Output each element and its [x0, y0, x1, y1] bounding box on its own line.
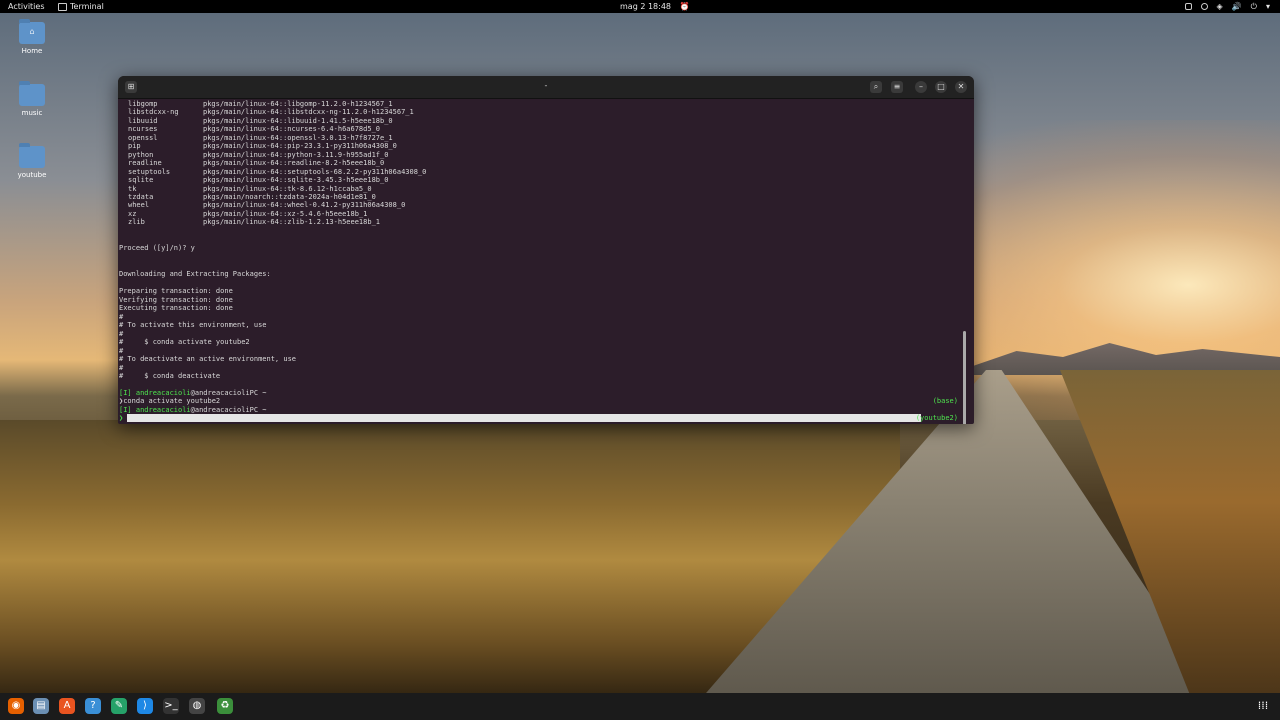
executing-line: Executing transaction: done [119, 304, 233, 312]
chevron-down-icon: ▾ [1265, 2, 1270, 11]
package-name: setuptools [128, 167, 171, 176]
terminal-title: - [544, 81, 548, 90]
package-name: readline [128, 159, 162, 168]
files-icon[interactable]: ▤ [33, 698, 49, 714]
edit-icon[interactable]: ✎ [111, 698, 127, 714]
command-line: ❯conda activate youtube2 [119, 397, 221, 405]
preparing-line: Preparing transaction: done [119, 287, 233, 295]
desktop-icon-label: youtube [17, 171, 47, 179]
deactivate-cmd-line: # $ conda deactivate [119, 372, 221, 380]
env-badge-base: (base) [932, 397, 958, 405]
package-source: pkgs/main/linux-64::ncurses-6.4-h6a678d5… [203, 125, 381, 134]
package-name: tzdata [128, 192, 154, 201]
activities-button[interactable]: Activities [8, 0, 45, 13]
obs-icon[interactable]: ◍ [189, 698, 205, 714]
package-name: libstdcxx-ng [128, 108, 179, 117]
close-icon[interactable]: ✕ [955, 81, 967, 93]
package-source: pkgs/main/linux-64::libstdcxx-ng-11.2.0-… [203, 108, 414, 117]
package-name: wheel [128, 201, 150, 210]
vscode-icon[interactable]: ⟩ [137, 698, 153, 714]
package-source: pkgs/main/linux-64::readline-8.2-h5eee18… [203, 159, 385, 168]
minimize-icon[interactable]: – [915, 81, 927, 93]
desktop-icon-label: music [21, 109, 43, 117]
terminal-output[interactable]: libgomp pkgs/main/linux-64::libgomp-11.2.… [118, 99, 968, 424]
desktop-icon-label: Home [21, 47, 43, 55]
downloading-line: Downloading and Extracting Packages: [119, 270, 271, 278]
folder-icon [19, 81, 45, 106]
activate-cmd-line: # $ conda activate youtube2 [119, 338, 250, 346]
system-tray[interactable]: ◈ 🔊 ⏻ ▾ [1184, 0, 1270, 13]
proceed-line: Proceed ([y]/n)? y [119, 244, 195, 252]
package-name: zlib [128, 218, 145, 227]
terminal-icon[interactable]: >_ [163, 698, 179, 714]
package-source: pkgs/main/noarch::tzdata-2024a-h04d1e81_… [203, 192, 376, 201]
package-source: pkgs/main/linux-64::python-3.11.9-h955ad… [203, 150, 389, 159]
prompt-host: @andreacacioliPC ~ [190, 389, 267, 397]
autosuggest-bar [127, 414, 921, 422]
prompt-user: [I] andreacacioli [119, 389, 191, 397]
software-icon[interactable]: A [59, 698, 75, 714]
terminal-small-icon [58, 2, 67, 11]
package-name: libgomp [128, 100, 158, 108]
clock[interactable]: mag 2 18:48 ⏰ [620, 0, 690, 13]
package-name: xz [128, 209, 137, 218]
package-name: tk [128, 184, 137, 193]
package-name: pip [128, 142, 141, 151]
dock: ◉ ▤ A? ✎ ⟩ >_ ◍ ♻ ⁞⁞⁞ [0, 693, 1280, 720]
top-bar: Activities Terminal mag 2 18:48 ⏰ ◈ 🔊 ⏻ … [0, 0, 1280, 13]
package-source: pkgs/main/linux-64::tk-8.6.12-h1ccaba5_0 [203, 184, 372, 193]
search-icon[interactable]: ⌕ [870, 81, 882, 93]
clock-text: mag 2 18:48 [620, 2, 672, 11]
desktop-icon-music[interactable]: music [7, 81, 57, 117]
alarm-icon: ⏰ [679, 2, 690, 11]
package-name: ncurses [128, 125, 158, 134]
menu-icon[interactable]: ≡ [891, 81, 903, 93]
package-source: pkgs/main/linux-64::openssl-3.0.13-h7f87… [203, 133, 393, 142]
package-source: pkgs/main/linux-64::libuuid-1.41.5-h5eee… [203, 116, 393, 125]
package-name: sqlite [128, 176, 154, 185]
scrollbar[interactable] [963, 331, 966, 424]
prompt-host: @andreacacioliPC ~ [190, 406, 267, 414]
app-grid-icon[interactable]: ⁞⁞⁞ [1256, 699, 1270, 713]
desktop-icon-youtube[interactable]: youtube [7, 143, 57, 179]
package-source: pkgs/main/linux-64::zlib-1.2.13-h5eee18b… [203, 218, 381, 227]
app-name: Terminal [70, 2, 104, 11]
package-source: pkgs/main/linux-64::xz-5.4.6-h5eee18b_1 [203, 209, 368, 218]
package-source: pkgs/main/linux-64::pip-23.3.1-py311h06a… [203, 142, 397, 151]
volume-icon: 🔊 [1231, 2, 1242, 11]
trash-icon[interactable]: ♻ [217, 698, 233, 714]
activate-hint-line: # To activate this environment, use [119, 321, 267, 329]
help-icon[interactable]: ? [85, 698, 101, 714]
screen-icon [1184, 3, 1192, 10]
package-source: pkgs/main/linux-64::setuptools-68.2.2-py… [203, 167, 427, 176]
network-icon: ◈ [1216, 2, 1223, 11]
folder-icon [19, 143, 45, 168]
sync-icon [1200, 3, 1208, 10]
env-badge-youtube2: (youtube2) [915, 414, 958, 422]
package-source: pkgs/main/linux-64::wheel-0.41.2-py311h0… [203, 201, 406, 210]
package-name: python [128, 150, 154, 159]
package-name: openssl [128, 133, 158, 142]
package-source: pkgs/main/linux-64::libgomp-11.2.0-h1234… [203, 100, 393, 108]
prompt-user: [I] andreacacioli [119, 406, 191, 414]
home-icon: ⌂ [29, 27, 35, 36]
firefox-icon[interactable]: ◉ [8, 698, 24, 714]
package-name: libuuid [128, 116, 158, 125]
package-source: pkgs/main/linux-64::sqlite-3.45.3-h5eee1… [203, 176, 389, 185]
maximize-icon[interactable]: □ [935, 81, 947, 93]
deactivate-hint-line: # To deactivate an active environment, u… [119, 355, 297, 363]
prompt-glyph: ❯ [119, 414, 124, 422]
power-icon: ⏻ [1250, 2, 1257, 11]
folder-icon: ⌂ [19, 19, 45, 44]
terminal-header[interactable]: ⊞ - ⌕ ≡ – □ ✕ [118, 76, 974, 99]
desktop-icon-home[interactable]: ⌂ Home [7, 19, 57, 55]
app-menu[interactable]: Terminal [58, 0, 104, 13]
terminal-window[interactable]: ⊞ - ⌕ ≡ – □ ✕ libgomp pkgs/main/linux-64:… [118, 76, 974, 424]
